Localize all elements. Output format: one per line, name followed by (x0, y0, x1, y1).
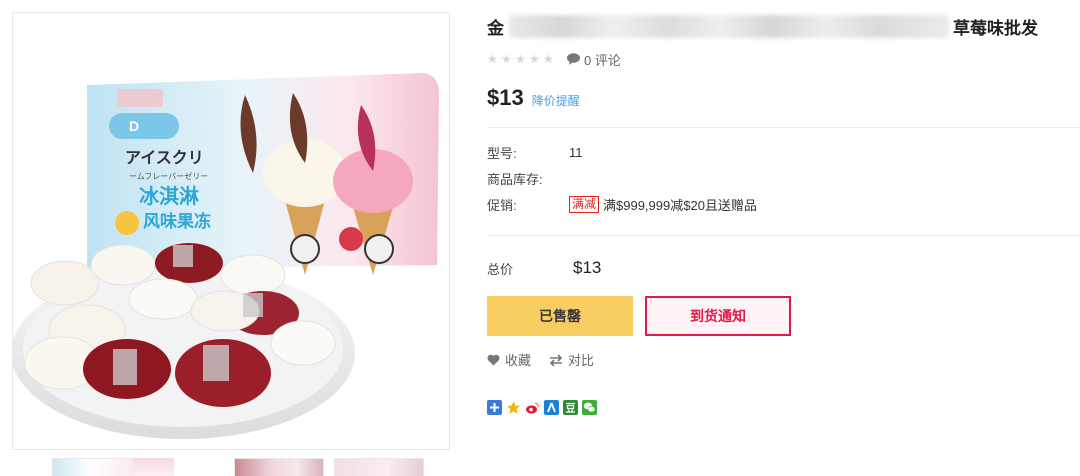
action-links: 收藏 对比 (487, 350, 612, 369)
product-title: 金 草莓味批发 (487, 14, 1080, 40)
bag-text-jp-1: アイスクリ (125, 148, 204, 167)
qzone-star-icon[interactable] (506, 400, 521, 415)
star-icon: ★ (487, 52, 498, 66)
attr-promo: 促销: 满减 满$999,999减$20且送赠品 (487, 195, 757, 213)
notify-arrival-button[interactable]: 到货通知 (645, 296, 791, 336)
share-bar (487, 400, 597, 415)
bag-text-cn-1: 冰淇淋 (139, 184, 199, 208)
star-icon: ★ (501, 52, 512, 66)
divider (487, 127, 1080, 128)
compare-arrows-icon (549, 353, 563, 366)
attr-model-label: 型号: (487, 145, 517, 161)
price-alert-link[interactable]: 降价提醒 (532, 92, 580, 109)
attr-promo-label: 促销: (487, 197, 517, 213)
plus-share-icon[interactable] (487, 400, 502, 415)
product-main-image[interactable]: D アイスクリ ームフレーバーゼリー 冰淇淋 风味果冻 (12, 12, 450, 450)
total-label: 总价 (487, 261, 514, 277)
divider (487, 235, 1080, 236)
product-info-panel: 金 草莓味批发 ★ ★ ★ ★ ★ 0 评论 $13 降价提醒 型号: 11 商… (487, 0, 1080, 476)
star-icon: ★ (543, 52, 554, 66)
thumbnail-4[interactable] (334, 458, 424, 476)
product-title-start: 金 (487, 19, 504, 38)
product-price: $13 (487, 85, 524, 110)
thumbnail-1[interactable] (52, 458, 142, 476)
thumbnail-2[interactable] (134, 458, 174, 476)
attr-model: 型号: 11 (487, 143, 583, 161)
heart-icon (487, 354, 500, 365)
bag-text-cn-2: 风味果冻 (143, 211, 211, 232)
star-icon: ★ (529, 52, 540, 66)
thumbnail-strip (12, 456, 450, 476)
rating-row: ★ ★ ★ ★ ★ 0 评论 (487, 50, 621, 69)
sold-out-button[interactable]: 已售罄 (487, 296, 633, 336)
favorite-action[interactable]: 收藏 (487, 350, 531, 369)
douban-icon[interactable] (563, 400, 578, 415)
compare-action[interactable]: 对比 (549, 350, 594, 369)
attr-model-value: 11 (569, 144, 583, 160)
total-value: $13 (573, 258, 602, 277)
product-title-end: 草莓味批发 (953, 19, 1038, 38)
star-icon: ★ (515, 52, 526, 66)
renren-icon[interactable] (544, 400, 559, 415)
wechat-icon[interactable] (582, 400, 597, 415)
weibo-icon[interactable] (525, 400, 540, 415)
comment-icon (567, 53, 580, 65)
thumbnail-3[interactable] (234, 458, 324, 476)
total-row: 总价 $13 (487, 258, 601, 278)
product-title-blurred (509, 15, 949, 38)
promo-badge: 满减 (569, 195, 600, 213)
attr-stock: 商品库存: (487, 169, 569, 187)
bag-text-jp-2: ームフレーバーゼリー (129, 171, 208, 181)
svg-text:D: D (129, 118, 139, 134)
comment-count-link[interactable]: 0 评论 (584, 50, 621, 69)
attr-stock-label: 商品库存: (487, 171, 543, 187)
compare-label: 对比 (568, 353, 595, 368)
rating-stars: ★ ★ ★ ★ ★ (487, 53, 555, 65)
promo-text: 满$999,999减$20且送赠品 (603, 197, 757, 213)
price-row: $13 降价提醒 (487, 85, 580, 111)
favorite-label: 收藏 (505, 353, 532, 368)
